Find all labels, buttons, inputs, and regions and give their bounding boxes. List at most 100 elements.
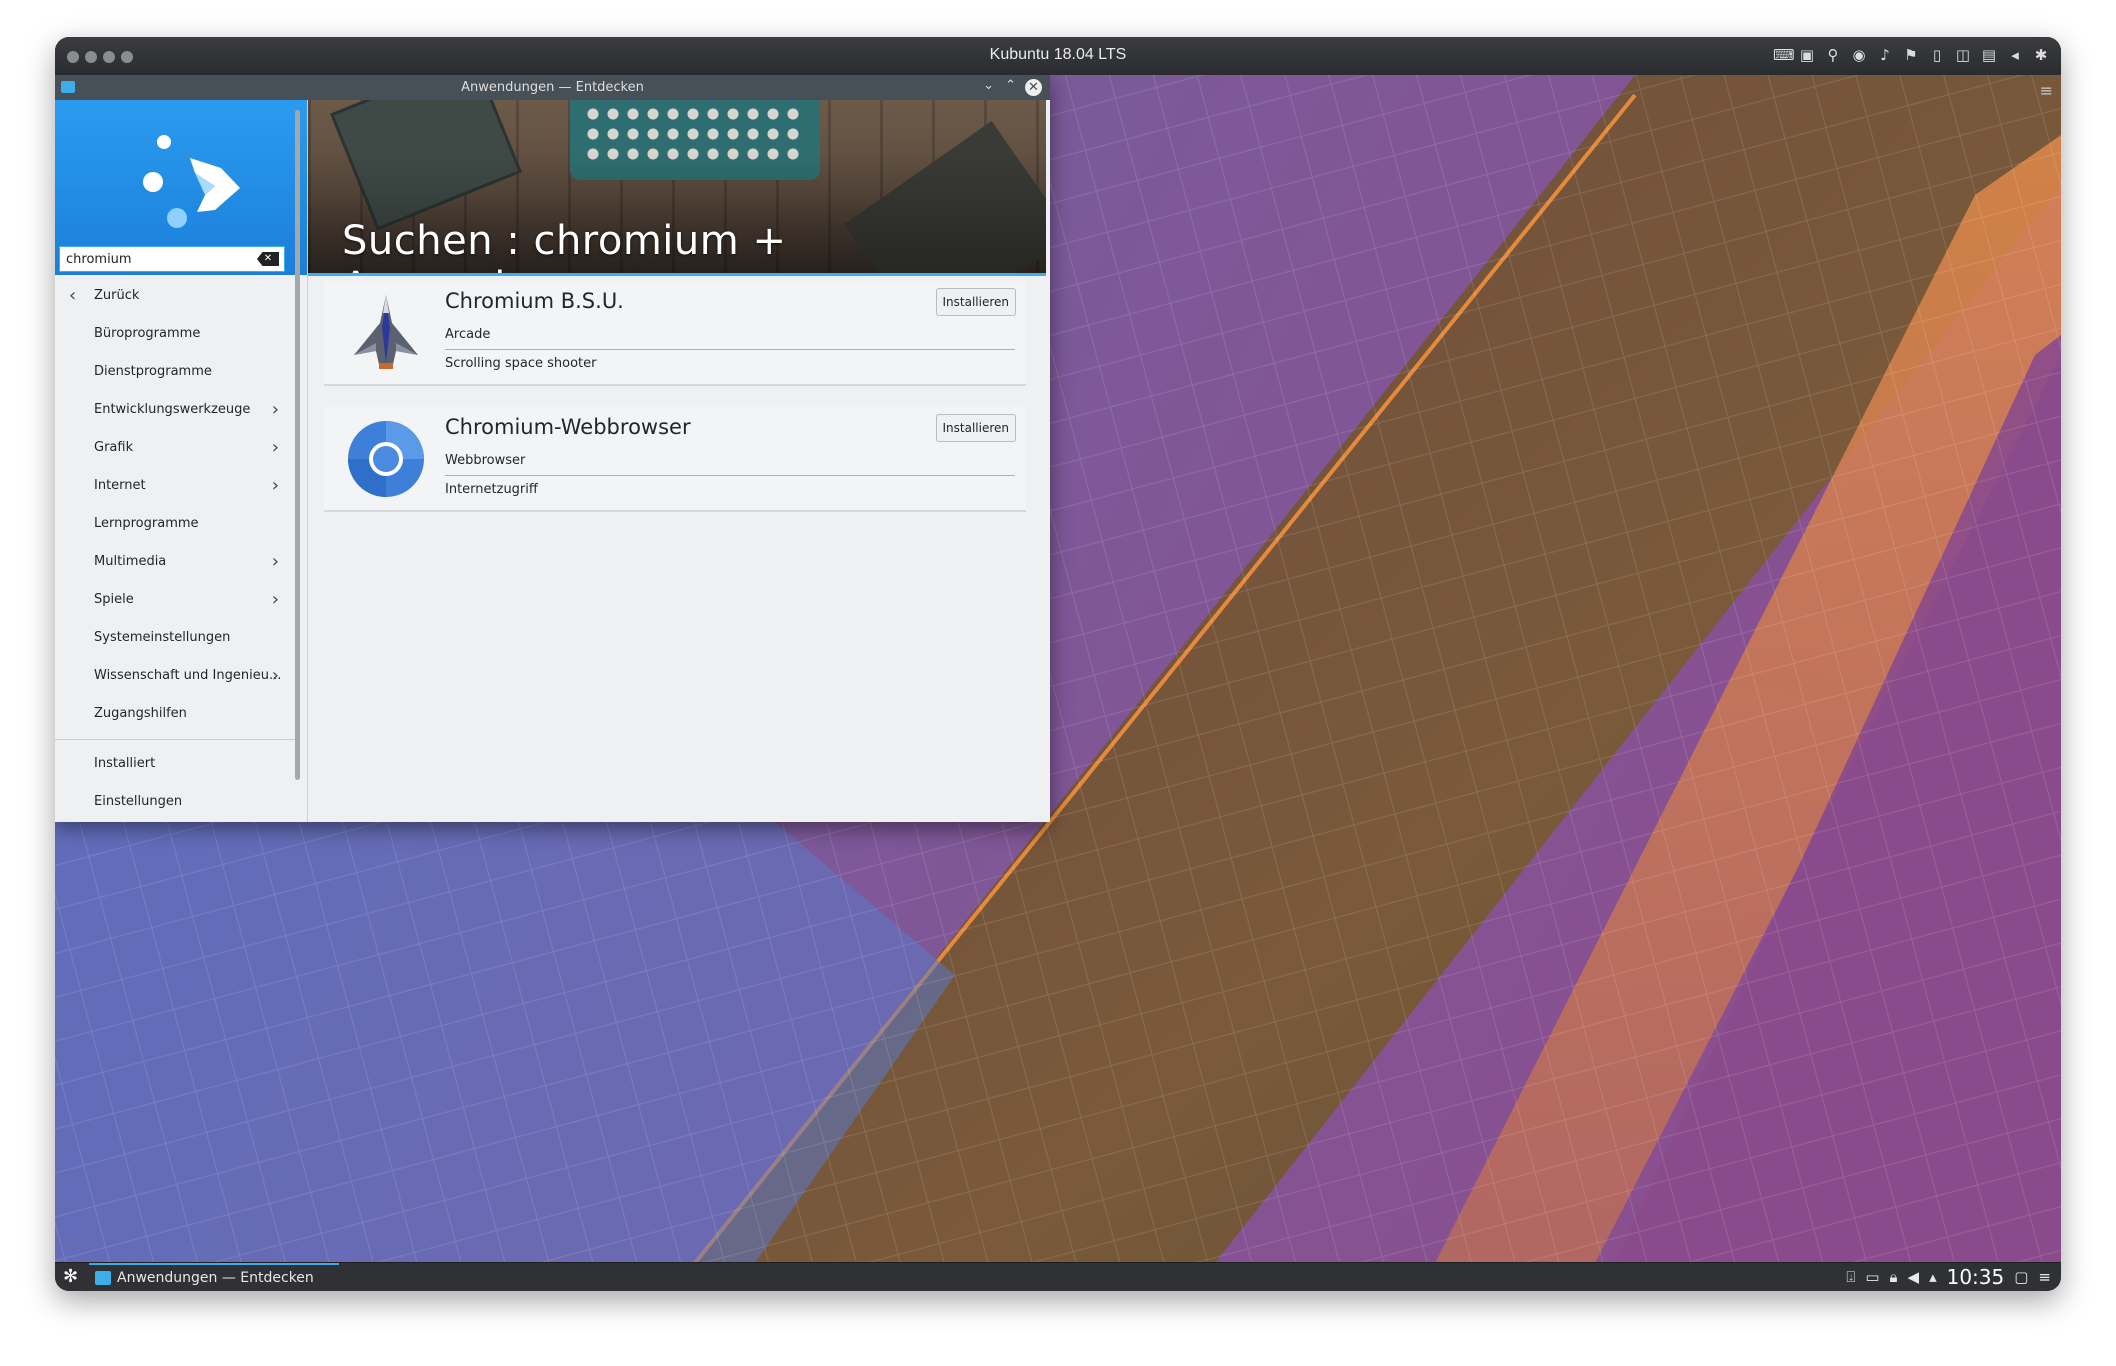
- taskbar: ✻ Anwendungen — Entdecken ⍗ ▭ 🔒︎ ◀ ▴ 10:…: [55, 1262, 2061, 1291]
- sidebar-item-label: Lernprogramme: [94, 516, 199, 531]
- volume-icon[interactable]: ◀: [1908, 1268, 1920, 1286]
- disc-icon[interactable]: ◉: [1851, 46, 1867, 64]
- camera-icon[interactable]: ◫: [1955, 46, 1971, 64]
- clear-search-icon[interactable]: ✕: [257, 252, 279, 266]
- result-name[interactable]: Chromium B.S.U.: [445, 289, 624, 313]
- page-title: Suchen : chromium + Anwendungen: [342, 218, 787, 275]
- sidebar-item-label: Dienstprogramme: [94, 364, 212, 379]
- panel-menu-icon[interactable]: ≡: [2038, 1268, 2051, 1286]
- vm-titlebar: Kubuntu 18.04 LTS ⌨ ▣ ⚲ ◉ ♪ ⚑ ▯ ◫ ▤ ◂ ✱: [55, 37, 2061, 75]
- task-label: Anwendungen — Entdecken: [117, 1270, 314, 1286]
- sidebar-item-label: Wissenschaft und Ingenieu...: [94, 668, 282, 683]
- chevron-right-icon: ›: [271, 551, 279, 572]
- search-input[interactable]: [60, 247, 252, 271]
- sidebar-scrollbar[interactable]: [295, 110, 300, 780]
- sidebar-item-category[interactable]: Lernprogramme: [55, 505, 295, 543]
- nav-separator: [55, 739, 295, 740]
- desktop: ≡ Anwendungen — Entdecken ⌄ ⌃ ✕ chromium…: [55, 75, 2061, 1263]
- clock[interactable]: 10:35: [1947, 1265, 2005, 1289]
- chevron-right-icon: ›: [271, 665, 279, 686]
- chevron-right-icon: ›: [271, 475, 279, 496]
- folder-icon[interactable]: ▤: [1981, 46, 1997, 64]
- sidebar-item-label: Büroprogramme: [94, 326, 201, 341]
- screen-icon[interactable]: ▣: [1799, 46, 1815, 64]
- result-card[interactable]: Chromium-Webbrowser Webbrowser Internetz…: [324, 407, 1026, 512]
- sidebar-item-bottom[interactable]: Installiert: [55, 745, 295, 783]
- sidebar-item-bottom[interactable]: Einstellungen: [55, 783, 295, 821]
- sidebar-item-category[interactable]: Spiele ›: [55, 581, 295, 619]
- sidebar-item-category[interactable]: Grafik ›: [55, 429, 295, 467]
- result-divider: [445, 349, 1015, 350]
- sidebar-item-label: Entwicklungswerkzeuge: [94, 402, 251, 417]
- sidebar-item-category[interactable]: Multimedia ›: [55, 543, 295, 581]
- chevron-right-icon: ›: [271, 399, 279, 420]
- phone-icon[interactable]: ▯: [1929, 46, 1945, 64]
- chromium-icon: [348, 421, 424, 497]
- app-launcher-icon[interactable]: ✻: [63, 1266, 78, 1287]
- system-tray: ⍗ ▭ 🔒︎ ◀ ▴ 10:35 ▢ ≡: [1846, 1263, 2051, 1291]
- bottom-nav-list: Installiert Einstellungen: [55, 745, 295, 821]
- result-name[interactable]: Chromium-Webbrowser: [445, 415, 691, 439]
- header-accent-line: [308, 273, 1046, 276]
- chevron-right-icon: ›: [271, 437, 279, 458]
- sidebar-item-label: Multimedia: [94, 554, 167, 569]
- result-description: Scrolling space shooter: [445, 356, 597, 371]
- result-card[interactable]: Chromium B.S.U. Arcade Scrolling space s…: [324, 281, 1026, 386]
- category-nav: ‹ Zurück Büroprogramme Dienstprogramme Ent…: [55, 277, 295, 821]
- window-titlebar[interactable]: Anwendungen — Entdecken ⌄ ⌃ ✕: [55, 75, 1050, 100]
- vm-toolbar-icons: ⌨ ▣ ⚲ ◉ ♪ ⚑ ▯ ◫ ▤ ◂ ✱: [1773, 46, 2049, 64]
- chevron-right-icon: ›: [271, 589, 279, 610]
- sidebar-item-label: Internet: [94, 478, 146, 493]
- sidebar-item-label: Grafik: [94, 440, 134, 455]
- result-category: Webbrowser: [445, 453, 526, 468]
- sidebar-item-category[interactable]: Büroprogramme: [55, 315, 295, 353]
- spaceship-icon: [354, 295, 418, 369]
- category-list: Büroprogramme Dienstprogramme Entwicklungs…: [55, 315, 295, 733]
- window-title: Anwendungen — Entdecken: [461, 80, 644, 95]
- taskbar-task[interactable]: Anwendungen — Entdecken: [89, 1263, 339, 1291]
- sidebar: ✕ ‹ Zurück Büroprogramme Dienstprogramme E…: [55, 100, 308, 822]
- gear-icon[interactable]: ✱: [2033, 46, 2049, 64]
- result-description: Internetzugriff: [445, 482, 538, 497]
- network-icon[interactable]: ⚑: [1903, 46, 1919, 64]
- back-arrow-icon[interactable]: ◂: [2007, 46, 2023, 64]
- vm-window: Kubuntu 18.04 LTS ⌨ ▣ ⚲ ◉ ♪ ⚑ ▯ ◫ ▤ ◂ ✱: [55, 37, 2061, 1291]
- discover-logo-area: ✕: [55, 100, 307, 275]
- main-content: Suchen : chromium + Anwendungen Chromium…: [308, 100, 1050, 822]
- tray-expand-icon[interactable]: ▴: [1929, 1268, 1937, 1286]
- nav-back-label: Zurück: [94, 288, 140, 303]
- maximize-icon[interactable]: ⌃: [1005, 78, 1016, 93]
- header-banner: Suchen : chromium + Anwendungen: [308, 100, 1046, 275]
- nav-back[interactable]: ‹ Zurück: [55, 277, 295, 315]
- search-field[interactable]: ✕: [59, 246, 285, 272]
- sidebar-item-label: Einstellungen: [94, 794, 183, 809]
- install-button[interactable]: Installieren: [935, 414, 1016, 442]
- sidebar-item-category[interactable]: Dienstprogramme: [55, 353, 295, 391]
- sidebar-item-category[interactable]: Internet ›: [55, 467, 295, 505]
- usb-device-icon[interactable]: ⍗: [1846, 1268, 1855, 1286]
- sidebar-item-label: Spiele: [94, 592, 134, 607]
- sidebar-item-label: Systemeinstellungen: [94, 630, 231, 645]
- usb-icon[interactable]: ⚲: [1825, 46, 1841, 64]
- keyboard-icon[interactable]: ⌨: [1773, 46, 1795, 64]
- sidebar-item-category[interactable]: Systemeinstellungen: [55, 619, 295, 657]
- sidebar-item-category[interactable]: Zugangshilfen: [55, 695, 295, 733]
- sidebar-item-category[interactable]: Wissenschaft und Ingenieu... ›: [55, 657, 295, 695]
- task-app-icon: [95, 1271, 111, 1285]
- discover-window: Anwendungen — Entdecken ⌄ ⌃ ✕ chromium ✕…: [55, 75, 1050, 822]
- minimize-icon[interactable]: ⌄: [983, 78, 994, 93]
- show-desktop-icon[interactable]: ▢: [2014, 1268, 2028, 1286]
- desktop-menu-icon[interactable]: ≡: [2040, 81, 2053, 100]
- network-monitor-icon[interactable]: ▭: [1865, 1268, 1879, 1286]
- result-category: Arcade: [445, 327, 491, 342]
- result-divider: [445, 475, 1015, 476]
- sidebar-item-category[interactable]: Entwicklungswerkzeuge ›: [55, 391, 295, 429]
- lock-icon[interactable]: 🔒︎: [1890, 1268, 1898, 1286]
- close-icon[interactable]: ✕: [1025, 79, 1042, 96]
- discover-logo-icon: [143, 135, 240, 228]
- vm-title: Kubuntu 18.04 LTS: [989, 46, 1127, 63]
- install-button[interactable]: Installieren: [935, 288, 1016, 316]
- sidebar-item-label: Installiert: [94, 756, 156, 771]
- chevron-left-icon: ‹: [69, 285, 77, 306]
- audio-icon[interactable]: ♪: [1877, 46, 1893, 64]
